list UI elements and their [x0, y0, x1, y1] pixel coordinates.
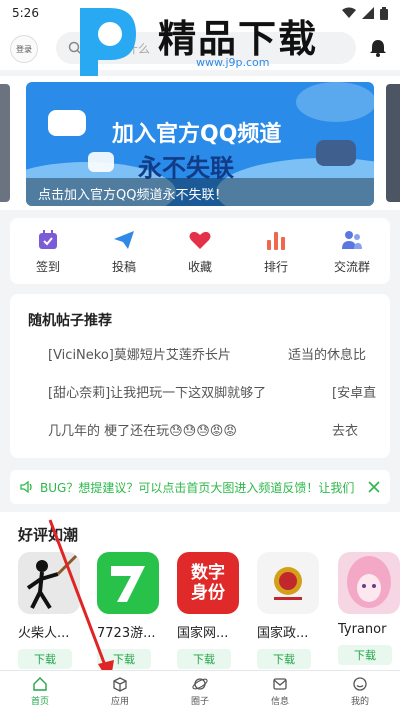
- login-button[interactable]: 登录: [10, 35, 38, 63]
- post-link[interactable]: 几几年的 梗了还在玩😓😓😓😡😡: [48, 420, 237, 439]
- quicknav-label: 签到: [35, 259, 60, 274]
- quicknav-label: 交流群: [333, 259, 370, 274]
- section-title: 好评如潮: [18, 526, 79, 544]
- app-name: 火柴人...: [18, 626, 70, 641]
- app-icon-text: 数字身份: [191, 563, 225, 603]
- notice-bar[interactable]: BUG？想提建议？可以点击首页大图进入频道反馈！让我们: [10, 470, 390, 504]
- top-header: 登录 想搜索什么: [0, 26, 400, 70]
- battery-icon: [380, 6, 388, 20]
- box-icon: [113, 677, 127, 692]
- post-link[interactable]: [甜心奈莉]让我把玩一下这双脚就够了: [48, 382, 266, 401]
- app-card[interactable]: 国家政... 下载: [257, 552, 323, 669]
- notice-text: BUG？想提建议？可以点击首页大图进入频道反馈！让我们: [40, 480, 355, 495]
- home-icon: [33, 677, 47, 691]
- quicknav-label: 收藏: [187, 259, 212, 274]
- download-button[interactable]: 下载: [338, 645, 392, 665]
- download-button[interactable]: 下载: [257, 649, 311, 669]
- tab-messages[interactable]: 信息: [250, 676, 310, 707]
- quick-nav: 签到 投稿 收藏 排行 交流群: [10, 218, 390, 284]
- search-placeholder: 想搜索什么: [90, 41, 151, 56]
- quicknav-ranking[interactable]: 排行: [246, 228, 306, 275]
- tab-profile[interactable]: 我的: [330, 676, 390, 707]
- bar-chart-icon: [267, 231, 285, 250]
- post-link[interactable]: [安卓直: [332, 382, 376, 401]
- search-bar[interactable]: 想搜索什么: [56, 32, 356, 64]
- tab-label: 信息: [270, 697, 289, 707]
- banner-next-peek[interactable]: [386, 84, 400, 202]
- banner-qq-channel[interactable]: 加入官方QQ频道 永不失联 点击加入官方QQ频道永不失联！: [26, 82, 374, 206]
- banner-caption: 点击加入官方QQ频道永不失联！: [26, 178, 374, 206]
- heart-icon: [189, 231, 211, 249]
- tab-home[interactable]: 首页: [10, 676, 70, 707]
- app-name: 国家政...: [257, 626, 309, 641]
- calendar-icon: [39, 229, 57, 249]
- planet-icon: [192, 678, 208, 690]
- tab-label: 应用: [110, 697, 129, 707]
- app-name: Tyranor: [338, 622, 387, 637]
- recommend-posts-card: 随机帖子推荐 [ViciNeko]莫娜短片艾莲乔长片 适当的休息比 [甜心奈莉]…: [10, 294, 390, 458]
- app-icon-7723: [97, 552, 159, 614]
- signal-icon: [362, 7, 374, 19]
- group-icon: [342, 230, 362, 249]
- quicknav-submit[interactable]: 投稿: [94, 228, 154, 275]
- post-link[interactable]: 去衣: [332, 420, 358, 439]
- tab-label: 我的: [350, 697, 369, 707]
- status-bar: 5:26: [0, 0, 400, 26]
- app-card[interactable]: 数字身份 国家网... 下载: [177, 552, 243, 669]
- app-icon-stickman: [18, 552, 80, 614]
- app-icon-gov-service: [257, 552, 319, 614]
- post-link[interactable]: [ViciNeko]莫娜短片艾莲乔长片: [48, 344, 231, 363]
- wifi-icon: [342, 7, 356, 18]
- tab-label: 首页: [30, 697, 49, 707]
- quicknav-label: 投稿: [111, 259, 136, 274]
- tab-apps[interactable]: 应用: [90, 676, 150, 707]
- post-link[interactable]: 适当的休息比: [288, 344, 366, 363]
- status-time: 5:26: [12, 6, 39, 20]
- paper-plane-icon: [114, 230, 134, 249]
- tab-circle[interactable]: 圈子: [170, 676, 230, 707]
- banner-title-line1: 加入官方QQ频道: [112, 122, 282, 147]
- banner-carousel: 加入官方QQ频道 永不失联 点击加入官方QQ频道永不失联！: [0, 76, 400, 210]
- quicknav-favorites[interactable]: 收藏: [170, 228, 230, 275]
- quicknav-group[interactable]: 交流群: [322, 228, 382, 275]
- banner-prev-peek[interactable]: [0, 84, 10, 202]
- mail-icon: [273, 678, 287, 690]
- smiley-icon: [353, 677, 367, 691]
- top-rated-section: 好评如潮 火柴人... 下载 7723游... 下载 数字身份 国家网... 下…: [0, 512, 400, 670]
- app-card[interactable]: 7723游... 下载: [97, 552, 163, 669]
- bottom-tab-bar: 首页 应用 圈子 信息 我的: [0, 670, 400, 712]
- speaker-icon: [20, 480, 32, 494]
- app-card[interactable]: Tyranor 下载: [338, 552, 400, 665]
- recommend-title: 随机帖子推荐: [28, 313, 112, 329]
- app-icon-digital-id: 数字身份: [177, 552, 239, 614]
- search-icon: [68, 41, 82, 55]
- app-card[interactable]: 火柴人... 下载: [18, 552, 84, 669]
- app-icon-tyranor: [338, 552, 400, 614]
- quicknav-signin[interactable]: 签到: [18, 228, 78, 275]
- download-button[interactable]: 下载: [177, 649, 231, 669]
- app-name: 7723游...: [97, 626, 156, 641]
- quicknav-label: 排行: [263, 259, 288, 274]
- tab-label: 圈子: [190, 697, 209, 707]
- notification-bell-icon[interactable]: [368, 38, 388, 58]
- app-name: 国家网...: [177, 626, 229, 641]
- download-button[interactable]: 下载: [97, 649, 151, 669]
- close-icon[interactable]: [368, 481, 380, 493]
- status-icons: [342, 6, 388, 20]
- download-button[interactable]: 下载: [18, 649, 72, 669]
